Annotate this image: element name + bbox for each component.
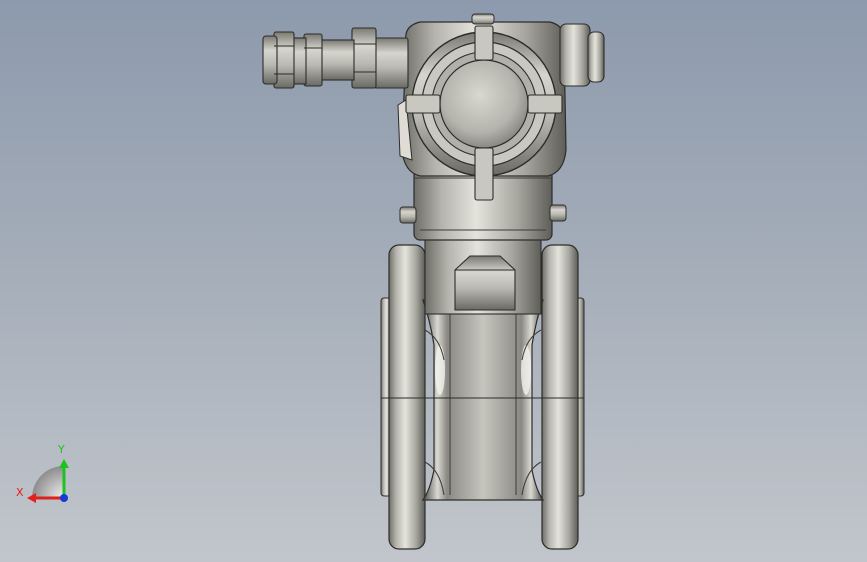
z-axis-dot (60, 494, 68, 502)
right-flange (541, 244, 585, 550)
x-axis-label: X (16, 486, 24, 499)
electronics-housing-head (397, 13, 605, 201)
triad-quadrant (32, 466, 64, 498)
left-flange (380, 244, 426, 550)
flowmeter-model[interactable] (0, 0, 867, 562)
x-axis-arrowhead (27, 493, 36, 503)
y-axis-arrowhead (59, 459, 69, 468)
cable-gland (262, 27, 409, 89)
y-axis-label: Y (58, 443, 65, 456)
neck (424, 235, 542, 315)
cad-viewport[interactable]: Y X (0, 0, 867, 562)
axis-triad (27, 459, 69, 503)
